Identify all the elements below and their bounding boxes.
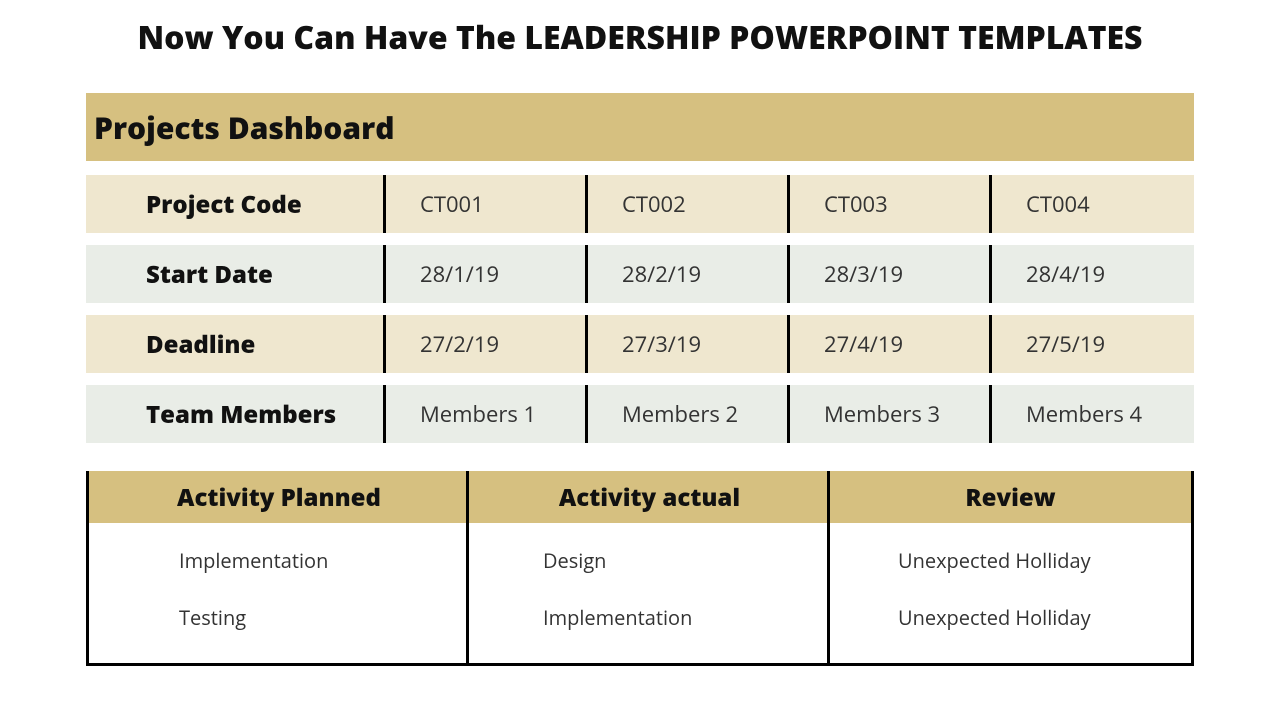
activity-planned-column: Activity Planned Implementation Testing [89,471,469,663]
activity-review-header: Review [830,471,1191,523]
activity-item: Implementation [179,547,469,574]
cell-start-date: 28/1/19 [386,245,588,303]
row-label-deadline: Deadline [86,315,386,373]
row-label-team-members: Team Members [86,385,386,443]
cell-project-code: CT003 [790,175,992,233]
cell-deadline: 27/5/19 [992,315,1194,373]
dashboard-heading: Projects Dashboard [86,93,1194,161]
activity-planned-body: Implementation Testing [89,523,469,663]
activity-review-body: Unexpected Holliday Unexpected Holliday [830,523,1191,663]
activity-item: Implementation [543,604,830,631]
cell-start-date: 28/2/19 [588,245,790,303]
activity-planned-header: Activity Planned [89,471,469,523]
cell-start-date: 28/4/19 [992,245,1194,303]
activity-item: Unexpected Holliday [898,547,1191,574]
slide: Now You Can Have The LEADERSHIP POWERPOI… [0,0,1280,720]
activity-item: Design [543,547,830,574]
activity-table: Activity Planned Implementation Testing … [86,471,1194,666]
page-title: Now You Can Have The LEADERSHIP POWERPOI… [0,0,1280,59]
row-label-project-code: Project Code [86,175,386,233]
activity-actual-body: Design Implementation [469,523,830,663]
cell-team-members: Members 2 [588,385,790,443]
cell-project-code: CT004 [992,175,1194,233]
cell-start-date: 28/3/19 [790,245,992,303]
cell-project-code: CT001 [386,175,588,233]
activity-review-column: Review Unexpected Holliday Unexpected Ho… [830,471,1191,663]
activity-item: Unexpected Holliday [898,604,1191,631]
content: Projects Dashboard Project Code CT001 CT… [86,93,1194,666]
cell-team-members: Members 1 [386,385,588,443]
cell-project-code: CT002 [588,175,790,233]
activity-actual-header: Activity actual [469,471,830,523]
cell-deadline: 27/3/19 [588,315,790,373]
cell-deadline: 27/4/19 [790,315,992,373]
row-label-start-date: Start Date [86,245,386,303]
cell-team-members: Members 4 [992,385,1194,443]
cell-deadline: 27/2/19 [386,315,588,373]
cell-team-members: Members 3 [790,385,992,443]
activity-actual-column: Activity actual Design Implementation [469,471,830,663]
activity-item: Testing [179,604,469,631]
dashboard-table: Project Code CT001 CT002 CT003 CT004 Sta… [86,175,1194,443]
